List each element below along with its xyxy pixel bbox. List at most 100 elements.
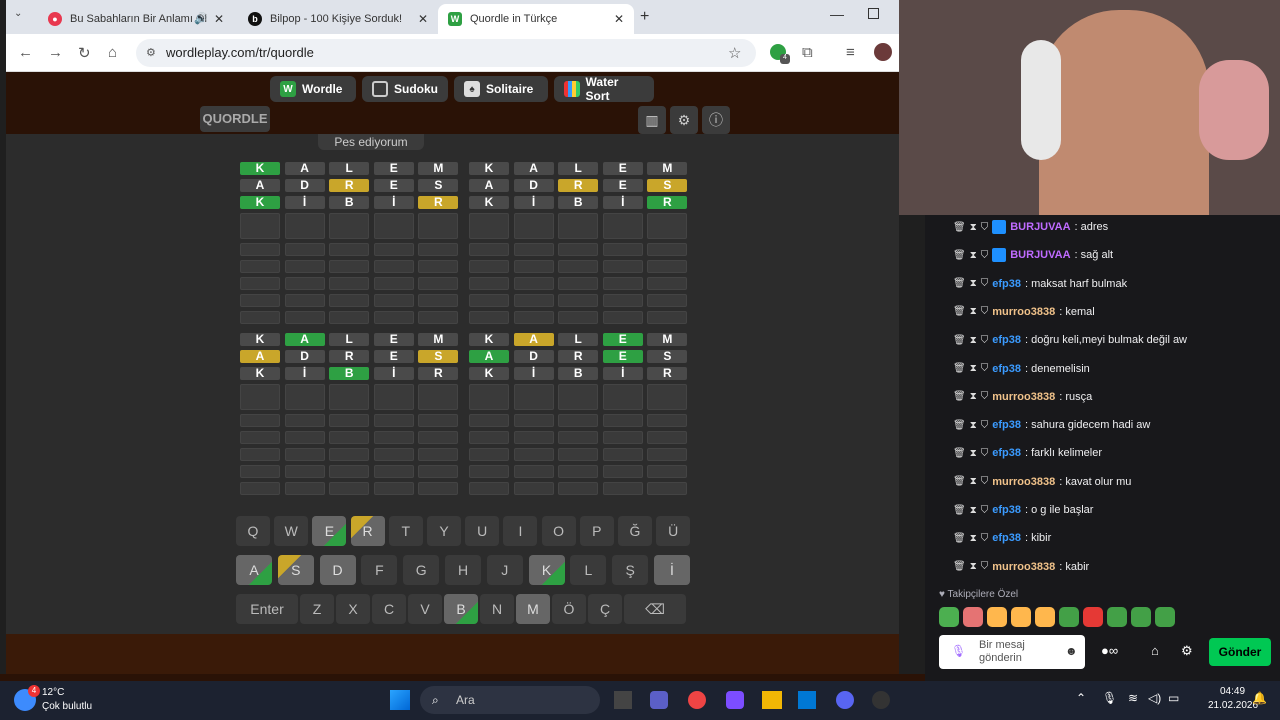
trash-icon[interactable]: 🗑 [953, 420, 966, 431]
info-icon[interactable]: ⓘ [702, 106, 730, 134]
chat-username[interactable]: murroo3838 [992, 391, 1055, 403]
timeout-icon[interactable]: ⧗ [970, 476, 977, 487]
chat-username[interactable]: efp38 [992, 278, 1021, 290]
timeout-icon[interactable]: ⧗ [970, 278, 977, 289]
letter-key[interactable]: K [528, 555, 565, 585]
chevron-up-icon[interactable]: ⌃ [1076, 691, 1086, 705]
chat-username[interactable]: efp38 [992, 363, 1021, 375]
shield-icon[interactable]: ⛉ [981, 306, 989, 317]
chat-username[interactable]: efp38 [992, 532, 1021, 544]
minimize-button[interactable]: — [830, 6, 844, 22]
timeout-icon[interactable]: ⧗ [970, 505, 977, 516]
emote-icon[interactable] [987, 607, 1007, 627]
close-icon[interactable]: ✕ [614, 12, 624, 26]
nav-wordle[interactable]: W Wordle [270, 76, 356, 102]
trash-icon[interactable]: 🗑 [953, 363, 966, 374]
forward-icon[interactable]: → [48, 44, 63, 61]
letter-key[interactable]: J [486, 555, 523, 585]
shield-icon[interactable]: ⛉ [981, 391, 989, 402]
store-icon[interactable]: ⌂ [1151, 643, 1159, 658]
chat-username[interactable]: efp38 [992, 334, 1021, 346]
chat-username[interactable]: BURJUVAA [1010, 249, 1070, 261]
letter-key[interactable]: Ö [552, 594, 586, 624]
shield-icon[interactable]: ⛉ [981, 561, 989, 572]
nav-sudoku[interactable]: Sudoku [362, 76, 448, 102]
letter-key[interactable]: E [312, 516, 347, 546]
shield-icon[interactable]: ⛉ [981, 505, 989, 516]
letter-key[interactable]: C [372, 594, 406, 624]
emote-icon[interactable] [1059, 607, 1079, 627]
trash-icon[interactable]: 🗑 [953, 278, 966, 289]
timeout-icon[interactable]: ⧗ [970, 391, 977, 402]
chat-username[interactable]: BURJUVAA [1010, 221, 1070, 233]
copilot-icon[interactable] [726, 691, 744, 709]
trash-icon[interactable]: 🗑 [953, 448, 966, 459]
site-info-icon[interactable]: ⚙ [146, 39, 156, 67]
chat-username[interactable]: murroo3838 [992, 476, 1055, 488]
emote-icon[interactable] [1035, 607, 1055, 627]
windows-start-icon[interactable] [390, 690, 410, 710]
letter-key[interactable]: M [516, 594, 550, 624]
shield-icon[interactable]: ⛉ [981, 335, 989, 346]
shield-icon[interactable]: ⛉ [981, 533, 989, 544]
home-icon[interactable]: ⌂ [108, 44, 117, 61]
bits-icon[interactable]: ●∞ [1101, 643, 1118, 658]
emote-icon[interactable] [1155, 607, 1175, 627]
tab-music[interactable]: ● Bu Sabahların Bir Anlamı Ol 🔊 ✕ [38, 4, 234, 34]
emoji-icon[interactable]: ☻ [1065, 644, 1078, 658]
nav-solitaire[interactable]: ♠ Solitaire [454, 76, 548, 102]
timeout-icon[interactable]: ⧗ [970, 420, 977, 431]
close-icon[interactable]: ✕ [214, 12, 224, 26]
shield-icon[interactable]: ⛉ [981, 363, 989, 374]
reload-icon[interactable]: ↻ [78, 44, 91, 62]
letter-key[interactable]: H [445, 555, 481, 585]
letter-key[interactable]: U [465, 516, 500, 546]
profile-avatar[interactable] [874, 43, 892, 61]
letter-key[interactable]: Ç [588, 594, 622, 624]
timeout-icon[interactable]: ⧗ [970, 533, 977, 544]
letter-key[interactable]: X [336, 594, 370, 624]
tab-search-icon[interactable]: ⌄ [14, 8, 32, 26]
chat-username[interactable]: murroo3838 [992, 306, 1055, 318]
stats-icon[interactable]: ▥ [638, 106, 666, 134]
folder-icon[interactable] [762, 691, 782, 709]
letter-key[interactable]: Y [427, 516, 461, 546]
shield-icon[interactable]: ⛉ [981, 250, 989, 261]
clock-time[interactable]: 04:49 [1220, 686, 1245, 697]
shield-icon[interactable]: ⛉ [981, 476, 989, 487]
letter-key[interactable]: V [408, 594, 442, 624]
letter-key[interactable]: P [579, 516, 614, 546]
nav-water-sort[interactable]: Water Sort [554, 75, 654, 103]
chrome-icon[interactable] [688, 691, 706, 709]
trash-icon[interactable]: 🗑 [953, 505, 966, 516]
chat-input[interactable]: 🎙 Bir mesaj gönderin ☻ [939, 635, 1085, 669]
letter-key[interactable]: O [541, 516, 576, 546]
notification-icon[interactable]: 🔔 [1252, 691, 1267, 705]
letter-key[interactable]: F [361, 555, 398, 585]
trash-icon[interactable]: 🗑 [953, 533, 966, 544]
letter-key[interactable]: D [319, 555, 356, 585]
maximize-button[interactable] [868, 8, 879, 19]
chat-username[interactable]: murroo3838 [992, 561, 1055, 573]
teams-icon[interactable] [650, 691, 668, 709]
chat-username[interactable]: efp38 [992, 419, 1021, 431]
timeout-icon[interactable]: ⧗ [970, 306, 977, 317]
app-icon[interactable] [872, 691, 890, 709]
gear-icon[interactable]: ⚙ [670, 106, 698, 134]
mic-icon[interactable]: 🎙 [1102, 691, 1117, 705]
clock-date[interactable]: 21.02.2026 [1208, 700, 1258, 711]
emote-icon[interactable] [1131, 607, 1151, 627]
timeout-icon[interactable]: ⧗ [970, 561, 977, 572]
discord-icon[interactable] [836, 691, 854, 709]
emote-icon[interactable] [1107, 607, 1127, 627]
trash-icon[interactable]: 🗑 [953, 250, 966, 261]
letter-key[interactable]: İ [654, 555, 690, 585]
taskbar-search[interactable]: ⌕ Ara [420, 686, 600, 714]
letter-key[interactable]: N [480, 594, 514, 624]
speaker-icon[interactable]: 🔊 [194, 12, 208, 25]
emote-icon[interactable] [1083, 607, 1103, 627]
letter-key[interactable]: Q [236, 516, 270, 546]
letter-key[interactable]: I [503, 516, 538, 546]
battery-icon[interactable]: ▭ [1168, 691, 1179, 705]
media-icon[interactable]: ≡ [846, 44, 855, 61]
